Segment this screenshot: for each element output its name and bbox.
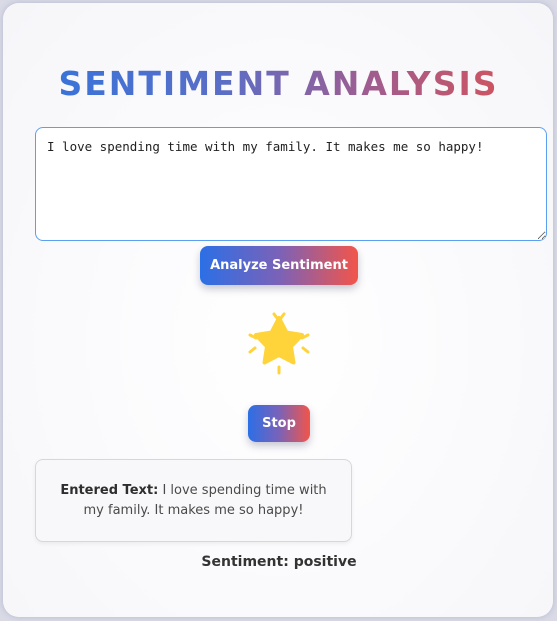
- stop-button[interactable]: Stop: [248, 405, 310, 442]
- sentiment-result: Sentiment: positive: [200, 552, 358, 572]
- analyze-sentiment-button[interactable]: Analyze Sentiment: [200, 246, 358, 285]
- sentiment-value: positive: [293, 554, 357, 570]
- star-icon: [246, 310, 312, 376]
- page-title: SENTIMENT ANALYSIS: [0, 62, 557, 106]
- title-part-1: SENTIMENT: [58, 64, 291, 103]
- title-part-2: ANALYSIS: [304, 64, 499, 103]
- text-input[interactable]: I love spending time with my family. It …: [35, 127, 547, 241]
- entered-text-box: Entered Text: I love spending time with …: [35, 459, 352, 542]
- entered-text-label: Entered Text:: [60, 482, 159, 498]
- sentiment-label: Sentiment:: [201, 554, 289, 570]
- entered-text-content: Entered Text: I love spending time with …: [50, 481, 337, 521]
